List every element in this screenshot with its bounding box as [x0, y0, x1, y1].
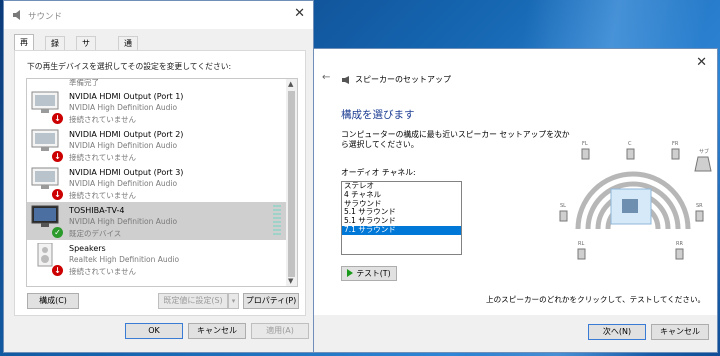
- device-status: 接続されていません: [69, 267, 137, 276]
- monitor-icon: [31, 167, 59, 189]
- sound-dialog-title: サウンド: [28, 12, 63, 22]
- speaker-label: SR: [696, 203, 703, 209]
- sound-dialog: サウンド ✕ 再生 録音 サウンド 通信 下の再生デバイスを選択してその設定を変…: [3, 0, 314, 353]
- channel-option-selected[interactable]: 7.1 サラウンド: [342, 225, 461, 235]
- properties-button[interactable]: プロパティ(P): [243, 293, 299, 309]
- device-row[interactable]: ↓ NVIDIA HDMI Output (Port 3) NVIDIA Hig…: [27, 164, 286, 202]
- device-row[interactable]: ↓ NVIDIA HDMI Output (Port 2) NVIDIA Hig…: [27, 126, 286, 164]
- test-hint: 上のスピーカーのどれかをクリックして、テストしてください。: [486, 295, 706, 304]
- device-row[interactable]: ↓ Speakers Realtek High Definition Audio…: [27, 240, 286, 278]
- configure-button[interactable]: 構成(C): [27, 293, 79, 309]
- back-arrow-icon[interactable]: ←: [322, 72, 330, 83]
- monitor-icon: [31, 129, 59, 151]
- speaker-label: RR: [676, 241, 683, 247]
- speaker-rear-left-icon[interactable]: [577, 248, 586, 260]
- device-driver: Realtek High Definition Audio: [69, 255, 180, 264]
- device-name: NVIDIA HDMI Output (Port 3): [69, 168, 184, 177]
- partial-device-status: 準備完了: [69, 78, 99, 87]
- scrollbar-thumb[interactable]: [288, 91, 295, 277]
- speaker-layout-diagram: FL C FR サブ SL SR RL RR: [559, 141, 712, 260]
- channel-label: オーディオ チャネル:: [341, 168, 416, 177]
- speaker-setup-wizard: ✕ ← スピーカーのセットアップ 構成を選びます コンピューターの構成に最も近い…: [313, 48, 718, 353]
- device-name: NVIDIA HDMI Output (Port 1): [69, 92, 184, 101]
- speaker-center-icon[interactable]: [626, 148, 635, 160]
- speaker-icon: [342, 76, 349, 84]
- speaker-device-icon: [37, 243, 53, 267]
- speaker-label: FR: [672, 141, 679, 147]
- speaker-label: RL: [578, 241, 584, 247]
- tab-playback[interactable]: 再生: [14, 34, 34, 63]
- device-name: NVIDIA HDMI Output (Port 2): [69, 130, 184, 139]
- speaker-front-right-icon[interactable]: [671, 148, 680, 160]
- speaker-side-left-icon[interactable]: [559, 210, 568, 222]
- device-driver: NVIDIA High Definition Audio: [69, 103, 178, 112]
- scroll-down-icon[interactable]: ▼: [288, 277, 293, 285]
- device-status: 接続されていません: [69, 191, 137, 200]
- monitor-icon: [31, 91, 59, 113]
- set-default-dropdown-icon[interactable]: ▾: [228, 293, 239, 309]
- speaker-label: C: [628, 141, 632, 147]
- device-status: 接続されていません: [69, 115, 137, 124]
- speaker-icon: [13, 10, 20, 20]
- tab-recording[interactable]: 録音: [45, 36, 65, 61]
- playback-panel: 下の再生デバイスを選択してその設定を変更してください: 準備完了 ↓ NVIDI…: [14, 50, 306, 316]
- play-icon: [347, 269, 354, 277]
- disconnected-icon: ↓: [52, 265, 63, 276]
- wizard-footer: 次へ(N) キャンセル: [314, 315, 717, 352]
- tab-communications[interactable]: 通信: [118, 36, 138, 61]
- speaker-rear-right-icon[interactable]: [675, 248, 684, 260]
- device-status: 既定のデバイス: [69, 229, 122, 238]
- apply-button[interactable]: 適用(A): [251, 323, 309, 339]
- speaker-label: SL: [560, 203, 566, 209]
- wizard-cancel-button[interactable]: キャンセル: [651, 324, 709, 340]
- speaker-front-left-icon[interactable]: [581, 148, 590, 160]
- ok-button[interactable]: OK: [125, 323, 183, 339]
- speaker-side-right-icon[interactable]: [695, 210, 704, 222]
- device-row[interactable]: ↓ NVIDIA HDMI Output (Port 1) NVIDIA Hig…: [27, 88, 286, 126]
- next-button[interactable]: 次へ(N): [588, 324, 646, 340]
- sound-titlebar: サウンド ✕: [4, 1, 313, 29]
- default-check-icon: ✓: [52, 227, 63, 238]
- disconnected-icon: ↓: [52, 113, 63, 124]
- tv-icon: [31, 205, 59, 227]
- device-driver: NVIDIA High Definition Audio: [69, 217, 178, 226]
- device-name: Speakers: [69, 244, 106, 253]
- speaker-label: FL: [582, 141, 588, 147]
- close-icon[interactable]: ✕: [294, 7, 305, 21]
- device-status: 接続されていません: [69, 153, 137, 162]
- test-button[interactable]: テスト(T): [341, 266, 397, 281]
- test-button-label: テスト(T): [356, 269, 391, 278]
- instruction-text: 下の再生デバイスを選択してその設定を変更してください:: [27, 62, 232, 71]
- device-row-selected[interactable]: ✓ TOSHIBA-TV-4 NVIDIA High Definition Au…: [27, 202, 286, 240]
- scroll-up-icon[interactable]: ▲: [288, 80, 293, 88]
- device-list-scrollbar[interactable]: ▲ ▼: [286, 79, 297, 286]
- device-driver: NVIDIA High Definition Audio: [69, 179, 178, 188]
- set-default-button[interactable]: 既定値に設定(S): [158, 293, 228, 309]
- disconnected-icon: ↓: [52, 189, 63, 200]
- subwoofer-icon[interactable]: [694, 156, 712, 172]
- device-driver: NVIDIA High Definition Audio: [69, 141, 178, 150]
- description-text: コンピューターの構成に最も近いスピーカー セットアップを次から選択してください。: [341, 130, 570, 149]
- disconnected-icon: ↓: [52, 151, 63, 162]
- page-heading: 構成を選びます: [341, 109, 415, 121]
- speaker-label: サブ: [699, 148, 709, 155]
- volume-meter: [273, 205, 281, 237]
- tab-sounds[interactable]: サウンド: [76, 36, 96, 87]
- close-icon[interactable]: ✕: [696, 55, 707, 70]
- cancel-button[interactable]: キャンセル: [188, 323, 246, 339]
- wizard-title: スピーカーのセットアップ: [355, 75, 451, 84]
- audio-channel-list[interactable]: ステレオ 4 チャネル サラウンド 5.1 サラウンド 5.1 サラウンド 7.…: [341, 181, 462, 255]
- device-name: TOSHIBA-TV-4: [69, 206, 125, 215]
- device-list[interactable]: 準備完了 ↓ NVIDIA HDMI Output (Port 1) NVIDI…: [26, 78, 298, 287]
